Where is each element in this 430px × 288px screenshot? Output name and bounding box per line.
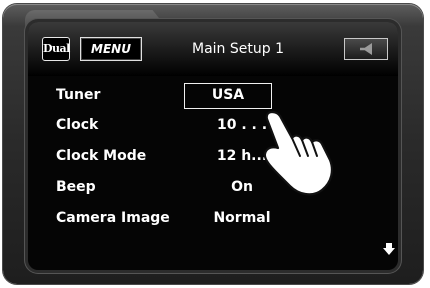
setting-label-clock-mode: Clock Mode	[56, 148, 147, 164]
setting-label-clock: Clock	[56, 117, 99, 133]
screen: Dual MENU Main Setup 1 Tuner USA Clock 1…	[28, 22, 398, 270]
speaker-button[interactable]	[344, 38, 388, 60]
menu-button[interactable]: MENU	[80, 37, 142, 61]
brand-logo: Dual	[42, 37, 70, 61]
setting-label-tuner: Tuner	[56, 87, 101, 103]
header-bar: Dual MENU Main Setup 1	[28, 22, 398, 76]
down-arrow-icon[interactable]	[382, 242, 396, 256]
setting-label-beep: Beep	[56, 179, 96, 195]
setting-value-tuner[interactable]: USA	[184, 85, 272, 105]
page-title: Main Setup 1	[192, 41, 284, 57]
setting-value-camera-image[interactable]: Normal	[192, 208, 292, 228]
setting-label-camera-image: Camera Image	[56, 210, 170, 226]
speaker-icon	[360, 43, 372, 55]
hand-pointer-icon	[263, 110, 333, 196]
